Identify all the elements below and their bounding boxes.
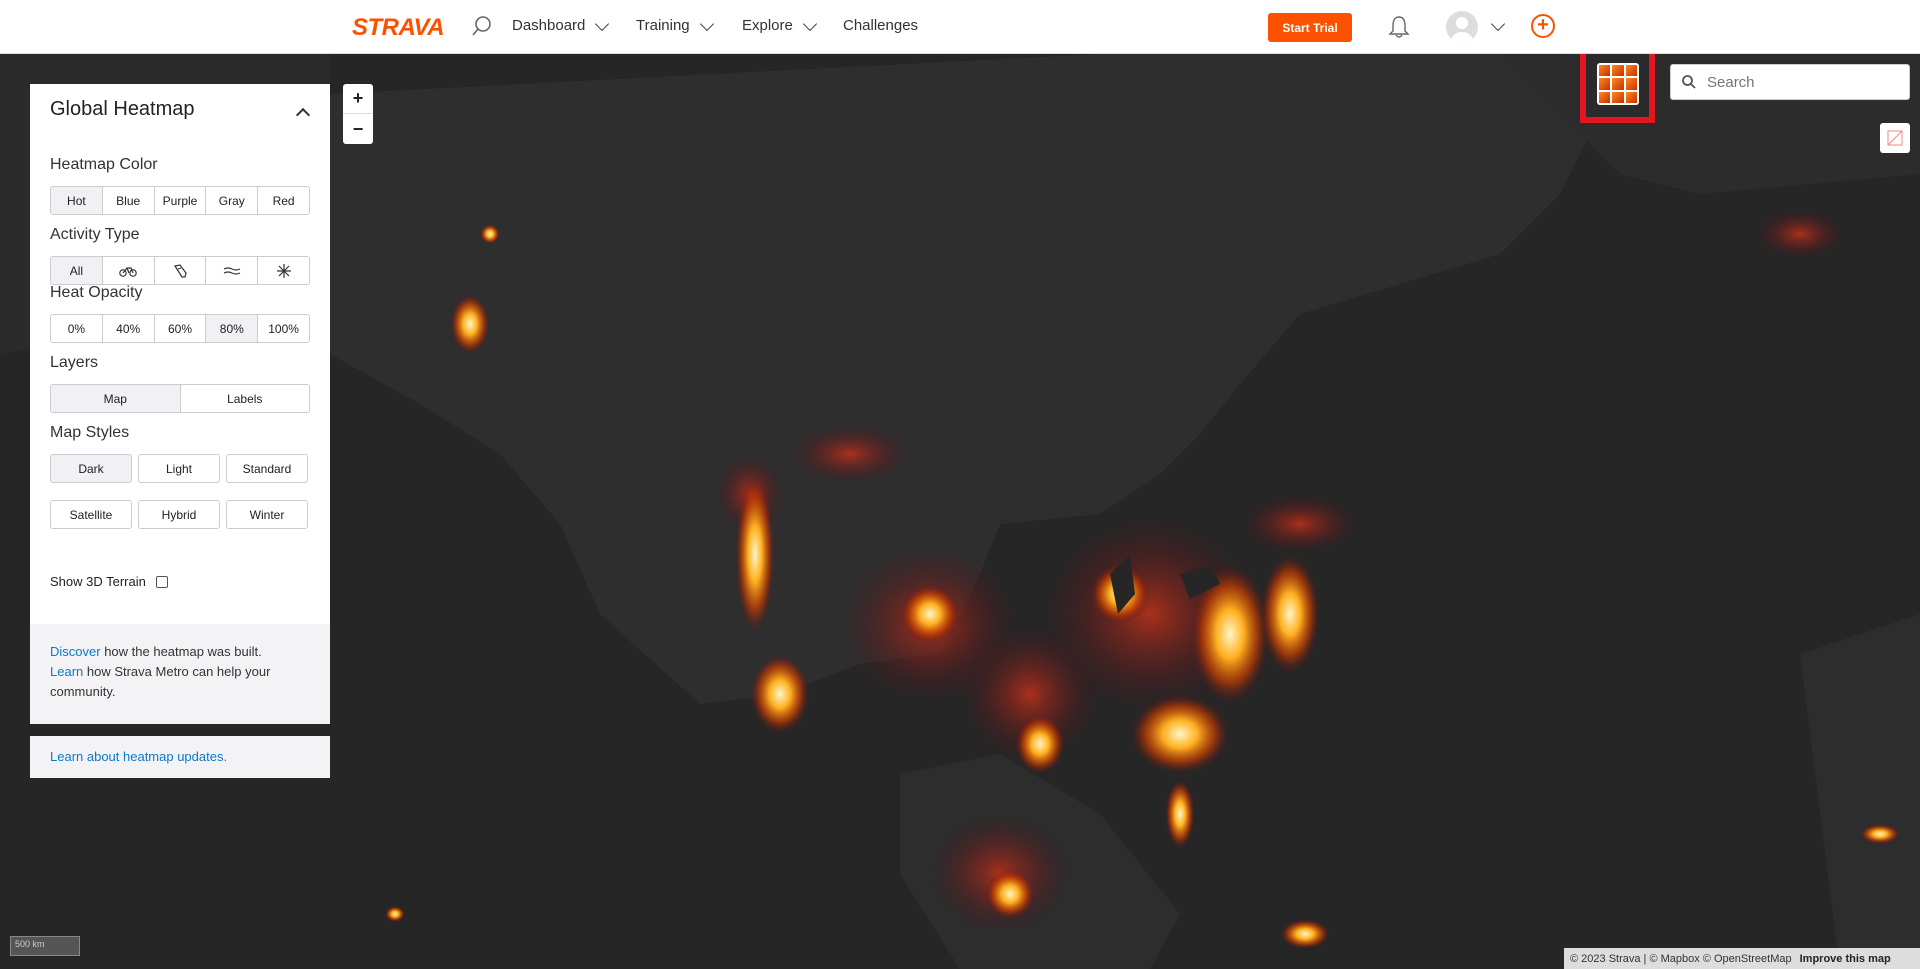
snowflake-icon xyxy=(276,263,291,278)
improve-map-link[interactable]: Improve this map xyxy=(1800,953,1891,965)
terrain-checkbox[interactable] xyxy=(155,575,168,588)
style-dark-button[interactable]: Dark xyxy=(50,454,132,483)
water-icon xyxy=(223,266,241,275)
color-blue-button[interactable]: Blue xyxy=(102,187,155,214)
activity-type-label: Activity Type xyxy=(50,226,140,243)
nav-explore[interactable]: Explore xyxy=(742,16,817,34)
attribution: © 2023 Strava | © Mapbox © OpenStreetMap… xyxy=(1564,948,1920,969)
map-search xyxy=(1670,64,1910,100)
user-icon xyxy=(1451,17,1473,43)
grid-icon xyxy=(1597,63,1639,105)
strava-logo[interactable]: STRAVA xyxy=(352,14,445,42)
zoom-out-button[interactable]: − xyxy=(343,114,373,144)
heat-opacity-label: Heat Opacity xyxy=(50,284,143,301)
activity-run-button[interactable] xyxy=(154,257,207,284)
style-hybrid-button[interactable]: Hybrid xyxy=(138,500,220,529)
panel-title: Global Heatmap xyxy=(50,98,195,120)
upload-plus-icon[interactable]: + xyxy=(1531,14,1555,38)
opacity-80-button[interactable]: 80% xyxy=(206,315,259,342)
bell-icon[interactable] xyxy=(1388,15,1410,39)
activity-type-group: All xyxy=(50,256,310,285)
terrain-toggle: Show 3D Terrain xyxy=(50,574,168,589)
discover-link[interactable]: Discover xyxy=(50,644,101,659)
shoe-icon xyxy=(174,263,187,278)
bike-icon xyxy=(119,266,137,277)
heatmap-color-label: Heatmap Color xyxy=(50,156,158,173)
heat-opacity-group: 0% 40% 60% 80% 100% xyxy=(50,314,310,343)
chevron-down-icon xyxy=(595,16,610,31)
opacity-40-button[interactable]: 40% xyxy=(102,315,155,342)
activity-all-button[interactable]: All xyxy=(51,257,103,284)
learn-link[interactable]: Learn xyxy=(50,664,83,679)
activity-water-button[interactable] xyxy=(206,257,259,284)
layer-labels-button[interactable]: Labels xyxy=(180,385,309,412)
style-light-button[interactable]: Light xyxy=(138,454,220,483)
search-icon xyxy=(1682,75,1696,89)
africa-land xyxy=(1800,614,1920,969)
zoom-in-button[interactable]: + xyxy=(343,84,373,114)
collapse-chevron-icon[interactable] xyxy=(295,107,311,123)
map-search-input[interactable] xyxy=(1707,73,1887,91)
activity-winter-button[interactable] xyxy=(258,257,309,284)
no-terrain-icon xyxy=(1887,130,1903,146)
heatmap-updates-link[interactable]: Learn about heatmap updates. xyxy=(30,736,330,778)
top-nav: STRAVA Dashboard Training Explore Challe… xyxy=(0,0,1920,54)
nav-dashboard-label: Dashboard xyxy=(512,17,586,34)
nav-training-label: Training xyxy=(636,17,690,34)
opacity-60-button[interactable]: 60% xyxy=(154,315,207,342)
style-standard-button[interactable]: Standard xyxy=(226,454,308,483)
search-icon[interactable] xyxy=(470,14,494,38)
attribution-text: © 2023 Strava | © Mapbox © OpenStreetMap xyxy=(1570,952,1792,965)
layer-map-button[interactable]: Map xyxy=(51,385,181,412)
nav-challenges[interactable]: Challenges xyxy=(843,17,918,34)
terrain-label: Show 3D Terrain xyxy=(50,574,146,589)
nav-challenges-label: Challenges xyxy=(843,17,919,34)
style-satellite-button[interactable]: Satellite xyxy=(50,500,132,529)
terrain-toggle-button[interactable] xyxy=(1880,123,1910,153)
scale-bar: 500 km xyxy=(10,936,80,956)
start-trial-button[interactable]: Start Trial xyxy=(1268,13,1352,42)
discover-text: how the heatmap was built. xyxy=(100,644,262,659)
layers-label: Layers xyxy=(50,354,99,371)
layers-group: Map Labels xyxy=(50,384,310,413)
heatmap-panel: Global Heatmap Heatmap Color Hot Blue Pu… xyxy=(30,84,330,724)
nav-dashboard[interactable]: Dashboard xyxy=(512,16,610,34)
style-winter-button[interactable]: Winter xyxy=(226,500,308,529)
chevron-down-icon xyxy=(699,16,714,31)
chevron-down-icon[interactable] xyxy=(1490,16,1506,32)
color-gray-button[interactable]: Gray xyxy=(206,187,259,214)
color-red-button[interactable]: Red xyxy=(258,187,309,214)
activity-bike-button[interactable] xyxy=(102,257,155,284)
chevron-down-icon xyxy=(802,16,817,31)
opacity-100-button[interactable]: 100% xyxy=(258,315,309,342)
heatmap-style-switcher-highlight[interactable] xyxy=(1580,45,1655,123)
color-hot-button[interactable]: Hot xyxy=(51,187,103,214)
nav-explore-label: Explore xyxy=(742,17,793,34)
map-styles-label: Map Styles xyxy=(50,424,130,441)
opacity-0-button[interactable]: 0% xyxy=(51,315,103,342)
avatar[interactable] xyxy=(1446,11,1478,43)
nav-training[interactable]: Training xyxy=(636,16,714,34)
color-purple-button[interactable]: Purple xyxy=(154,187,207,214)
learn-text: how Strava Metro can help your community… xyxy=(50,664,271,699)
zoom-controls: + − xyxy=(343,84,373,144)
panel-footer: Discover how the heatmap was built. Lear… xyxy=(30,624,330,724)
heatmap-color-group: Hot Blue Purple Gray Red xyxy=(50,186,310,215)
